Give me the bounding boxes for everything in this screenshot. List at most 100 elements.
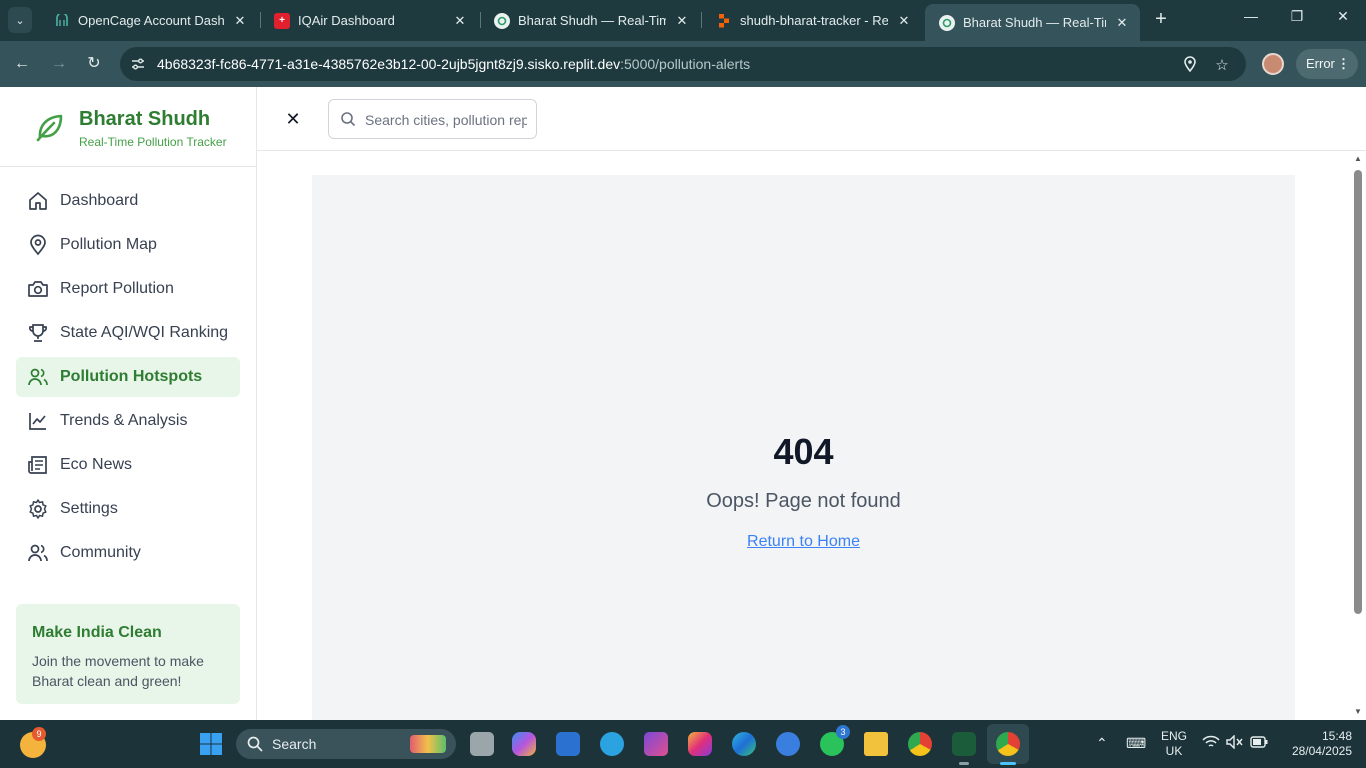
tray-chevron-up-icon[interactable]: ⌃	[1096, 735, 1108, 752]
search-icon	[247, 736, 263, 752]
bharat-shudh-favicon-icon	[494, 12, 510, 29]
tab-title: Bharat Shudh — Real-Time Pollution Track…	[518, 13, 666, 28]
brand-subtitle: Real-Time Pollution Tracker	[79, 135, 227, 149]
sidebar-item-settings[interactable]: Settings	[16, 489, 240, 529]
copilot-icon[interactable]	[512, 732, 536, 756]
battery-icon[interactable]	[1250, 735, 1268, 751]
close-tab-icon[interactable]: ✕	[896, 13, 912, 29]
wifi-icon[interactable]	[1202, 735, 1220, 752]
close-tab-icon[interactable]: ✕	[1114, 15, 1130, 31]
scroll-down-icon[interactable]: ▼	[1353, 707, 1363, 717]
app-topbar: ✕	[257, 87, 1366, 151]
page-scrollbar[interactable]: ▲ ▼	[1350, 151, 1366, 720]
users-icon	[27, 366, 49, 388]
back-arrow-icon[interactable]: ←	[11, 53, 33, 75]
taskbar-search[interactable]: Search	[236, 729, 456, 759]
close-tab-icon[interactable]: ✕	[232, 13, 248, 29]
tab-title: Bharat Shudh — Real-Time Pollution Track…	[963, 15, 1106, 30]
chrome-profile-icon[interactable]	[996, 732, 1020, 756]
replit-favicon-icon	[716, 13, 732, 29]
sidebar-item-eco-news[interactable]: Eco News	[16, 445, 240, 485]
leaf-logo-icon[interactable]	[34, 111, 66, 143]
sidebar-item-trends[interactable]: Trends & Analysis	[16, 401, 240, 441]
location-pin-icon[interactable]	[1181, 56, 1199, 74]
more-menu-icon[interactable]: ⋮	[1337, 49, 1350, 79]
tab-title: IQAir Dashboard	[298, 13, 395, 28]
browser-toolbar: ← → ↻ 4b68323f-fc86-4771-a31e-4385762e3b…	[0, 41, 1366, 87]
sidebar-item-label: Pollution Map	[60, 236, 157, 253]
window-close-icon[interactable]: ✕	[1328, 8, 1358, 25]
sidebar-item-report-pollution[interactable]: Report Pollution	[16, 269, 240, 309]
sidebar-item-pollution-hotspots[interactable]: Pollution Hotspots	[16, 357, 240, 397]
sidebar-item-dashboard[interactable]: Dashboard	[16, 181, 240, 221]
scroll-up-icon[interactable]: ▲	[1353, 154, 1363, 164]
windows-start-icon[interactable]	[199, 732, 223, 756]
sidebar-item-label: Pollution Hotspots	[60, 368, 203, 385]
search-input[interactable]	[365, 108, 527, 132]
iqair-favicon-icon: +	[274, 12, 290, 29]
reload-icon[interactable]: ↻	[83, 53, 105, 75]
browser-tab-strip: ⌄ OpenCage Account Dashboard ✕ + IQAir D…	[0, 0, 1366, 41]
sidebar-item-pollution-map[interactable]: Pollution Map	[16, 225, 240, 265]
weather-badge: 9	[32, 727, 46, 741]
return-home-link[interactable]: Return to Home	[747, 533, 860, 551]
home-icon	[27, 190, 49, 212]
chevron-down-icon: ⌄	[15, 14, 25, 27]
chrome-icon[interactable]	[908, 732, 932, 756]
terminal-app-icon[interactable]	[952, 732, 976, 756]
error-code: 404	[773, 431, 834, 472]
close-tab-icon[interactable]: ✕	[674, 13, 690, 29]
system-clock[interactable]: 15:48 28/04/2025	[1282, 729, 1352, 759]
address-bar[interactable]: 4b68323f-fc86-4771-a31e-4385762e3b12-00-…	[120, 47, 1246, 81]
new-tab-plus-icon[interactable]: +	[1150, 8, 1172, 32]
browser-tab-iqair[interactable]: + IQAir Dashboard ✕	[260, 4, 478, 37]
main-content: 404 Oops! Page not found Return to Home	[257, 151, 1350, 720]
browser-tab-opencage[interactable]: OpenCage Account Dashboard ✕	[40, 4, 258, 37]
sidebar-item-community[interactable]: Community	[16, 533, 240, 573]
touch-keyboard-icon[interactable]: ⌨	[1126, 735, 1146, 752]
close-tab-icon[interactable]: ✕	[452, 13, 468, 29]
sidebar-nav: Dashboard Pollution Map Report Pollution…	[16, 181, 240, 577]
camera-icon	[27, 278, 49, 300]
whatsapp-badge: 3	[836, 725, 850, 739]
scroll-thumb[interactable]	[1354, 170, 1362, 614]
file-explorer-icon[interactable]	[864, 732, 888, 756]
language-code: ENG	[1160, 729, 1187, 743]
microsoft-store-icon[interactable]	[556, 732, 580, 756]
not-found-panel: 404 Oops! Page not found Return to Home	[312, 175, 1295, 720]
bookmark-star-icon[interactable]: ☆	[1213, 56, 1231, 74]
minimize-icon[interactable]: —	[1236, 8, 1266, 24]
sidebar: Bharat Shudh Real-Time Pollution Tracker…	[0, 87, 257, 720]
browser-tab-bharat-shudh-active[interactable]: Bharat Shudh — Real-Time Pollution Track…	[925, 4, 1140, 41]
task-view-icon[interactable]	[470, 732, 494, 756]
tab-title: OpenCage Account Dashboard	[78, 13, 224, 28]
sidebar-item-state-ranking[interactable]: State AQI/WQI Ranking	[16, 313, 240, 353]
error-label: Error	[1306, 56, 1335, 71]
trophy-icon	[27, 322, 49, 344]
edge-browser-icon[interactable]	[732, 732, 756, 756]
clock-time: 15:48	[1321, 729, 1352, 743]
browser-tab-bharat-shudh[interactable]: Bharat Shudh — Real-Time Pollution Track…	[480, 4, 700, 37]
whatsapp-icon[interactable]: 3	[820, 725, 850, 756]
volume-muted-icon[interactable]	[1226, 734, 1244, 752]
sidebar-item-label: Eco News	[60, 456, 133, 473]
promo-text: Join the movement to make Bharat clean a…	[32, 653, 204, 689]
forward-arrow-icon[interactable]: →	[48, 53, 70, 75]
search-box[interactable]	[328, 99, 537, 139]
telegram-icon[interactable]	[600, 732, 624, 756]
opencage-favicon-icon	[54, 13, 70, 29]
instagram-icon[interactable]	[688, 732, 712, 756]
language-indicator[interactable]: ENG UK	[1160, 729, 1188, 759]
brand-title[interactable]: Bharat Shudh	[79, 108, 210, 131]
tab-title: shudh-bharat-tracker - Replit	[740, 13, 888, 28]
restore-icon[interactable]: ❐	[1282, 8, 1312, 25]
tab-search-button[interactable]: ⌄	[8, 7, 32, 33]
clipchamp-icon[interactable]	[644, 732, 668, 756]
close-sidebar-icon[interactable]: ✕	[283, 109, 303, 129]
bharat-shudh-favicon-icon	[939, 14, 955, 31]
browser-tab-replit[interactable]: shudh-bharat-tracker - Replit ✕	[702, 4, 922, 37]
profile-avatar[interactable]	[1262, 53, 1284, 75]
site-settings-icon[interactable]	[130, 56, 146, 72]
profile-error-chip[interactable]: Error ⋮	[1296, 49, 1358, 79]
sync-app-icon[interactable]	[776, 732, 800, 756]
